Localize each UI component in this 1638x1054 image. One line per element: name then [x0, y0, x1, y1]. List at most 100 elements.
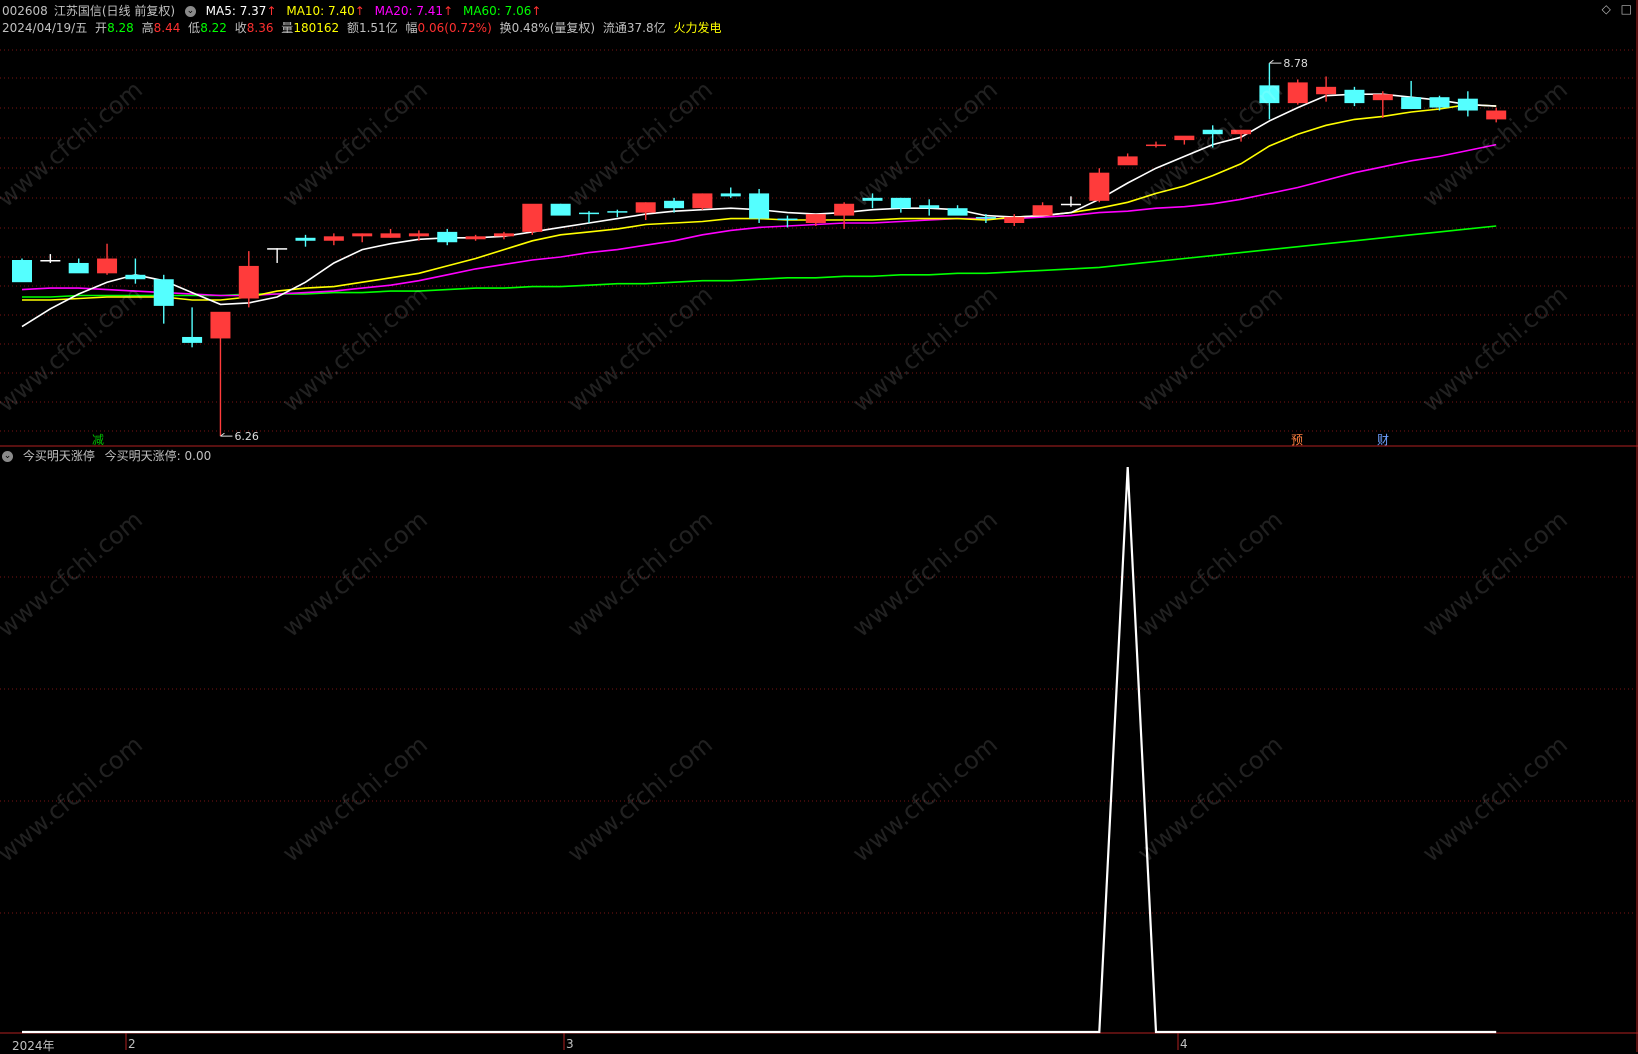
candle-down [862, 197, 883, 201]
candle-down [1401, 97, 1422, 110]
candle-doji [1060, 203, 1081, 206]
ma10-label: MA10: 7.40 [286, 4, 355, 18]
close-label: 收 [234, 21, 247, 35]
candle-down [975, 217, 996, 219]
turnover: 换0.48%(量复权) [499, 21, 596, 35]
change-value: 0.06(0.72%) [417, 21, 492, 35]
ma5-label: MA5: 7.37 [205, 4, 267, 18]
annotation-arrow [220, 432, 233, 437]
indicator-header: ⌄ 今买明天涨停 今买明天涨停: 0.00 [2, 447, 217, 465]
ma20-label: MA20: 7.41 [374, 4, 444, 18]
candle-up [380, 233, 401, 238]
close-value: 8.36 [246, 21, 274, 35]
candle-up [323, 236, 344, 241]
ma60-arrow-icon: ↑ [531, 4, 542, 18]
amount-label: 额 [346, 21, 359, 35]
candle-down [68, 262, 89, 274]
candle-up [97, 258, 118, 274]
diamond-icon[interactable]: ◇ [1602, 2, 1611, 16]
ma10-arrow-icon: ↑ [354, 4, 365, 18]
indicator-line [22, 466, 1497, 1034]
float-cap: 流通37.8亿 [602, 21, 666, 35]
high-label: 高 [141, 21, 154, 35]
change-label: 幅 [405, 21, 418, 35]
settings-circle-icon[interactable]: ⌄ [184, 6, 196, 17]
candle-up [834, 203, 855, 216]
open-label: 开 [95, 21, 108, 35]
marker-yu[interactable]: 预 [1291, 431, 1303, 448]
candle-up [1316, 86, 1337, 95]
candle-up [1486, 110, 1507, 120]
date: 2024/04/19/五 [2, 21, 88, 35]
candle-down [919, 205, 940, 209]
candle-down [437, 231, 458, 243]
marker-jian[interactable]: 减 [92, 431, 104, 448]
low-value: 8.22 [200, 21, 227, 35]
annotation-label: 8.78 [1283, 57, 1308, 70]
candle-up [522, 203, 543, 232]
candle-doji [40, 260, 61, 262]
candle-up [1174, 135, 1195, 141]
volume-value: 180162 [293, 21, 340, 35]
candle-up [352, 233, 373, 237]
indicator-settings-icon[interactable]: ⌄ [2, 451, 13, 462]
window-controls: ◇ □ [1602, 2, 1632, 16]
header-line-2: 2024/04/19/五 开8.28 高8.44 低8.22 收8.36 量18… [2, 19, 727, 37]
candle-down [664, 200, 685, 209]
x-label-feb: 2 [128, 1037, 136, 1051]
candle-up [692, 193, 713, 209]
candle-up [1032, 205, 1053, 216]
candle-down [295, 237, 316, 241]
candle-down [1457, 98, 1478, 111]
ma5-arrow-icon: ↑ [266, 4, 277, 18]
annotation-arrow [1269, 59, 1282, 64]
candle-down [579, 212, 599, 215]
candle-up [1117, 156, 1138, 166]
candle-down [1202, 129, 1223, 135]
candle-down [1259, 85, 1280, 104]
candle-up [805, 214, 826, 223]
marker-cai[interactable]: 财 [1377, 431, 1389, 448]
candle-up [1089, 172, 1110, 201]
candle-doji [267, 248, 288, 250]
volume-label: 量 [281, 21, 294, 35]
x-label-apr: 4 [1180, 1037, 1188, 1051]
candle-up [1287, 82, 1308, 104]
candle-down [720, 193, 741, 197]
candle-down [12, 260, 32, 283]
candle-up [1146, 144, 1166, 147]
square-icon[interactable]: □ [1621, 2, 1632, 16]
candle-down [890, 197, 911, 209]
ma60-label: MA60: 7.06 [462, 4, 532, 18]
indicator-value: 今买明天涨停: 0.00 [104, 449, 212, 463]
candle-down [749, 193, 770, 219]
amount-value: 1.51亿 [358, 21, 398, 35]
candle-up [1231, 129, 1252, 135]
header-line-1: 002608 江苏国信(日线 前复权) ⌄ MA5: 7.37↑ MA10: 7.… [2, 2, 547, 20]
price-mode[interactable]: (日线 前复权) [102, 4, 175, 18]
candle-up [1004, 217, 1025, 223]
stock-name[interactable]: 江苏国信 [54, 4, 102, 18]
ma20-arrow-icon: ↑ [443, 4, 454, 18]
candle-up [465, 236, 486, 240]
candle-down [1429, 97, 1450, 108]
candle-down [1344, 89, 1365, 104]
candle-up [210, 311, 231, 339]
stock-code: 002608 [2, 4, 48, 18]
high-value: 8.44 [153, 21, 181, 35]
candle-down [607, 211, 628, 213]
indicator-name[interactable]: 今买明天涨停 [23, 449, 95, 463]
candle-down [777, 218, 798, 221]
main-chart: 8.78 6.26 [0, 0, 1638, 1052]
candle-up [635, 202, 656, 213]
candle-up [408, 233, 429, 237]
candle-down [550, 203, 571, 216]
annotation-label: 6.26 [234, 430, 259, 443]
x-label-year: 2024年 [12, 1039, 55, 1053]
concept-tag[interactable]: 火力发电 [673, 21, 721, 35]
candle-down [947, 208, 968, 216]
candle-up [238, 265, 259, 299]
low-label: 低 [188, 21, 201, 35]
x-label-mar: 3 [566, 1037, 574, 1051]
candle-down [182, 336, 203, 343]
